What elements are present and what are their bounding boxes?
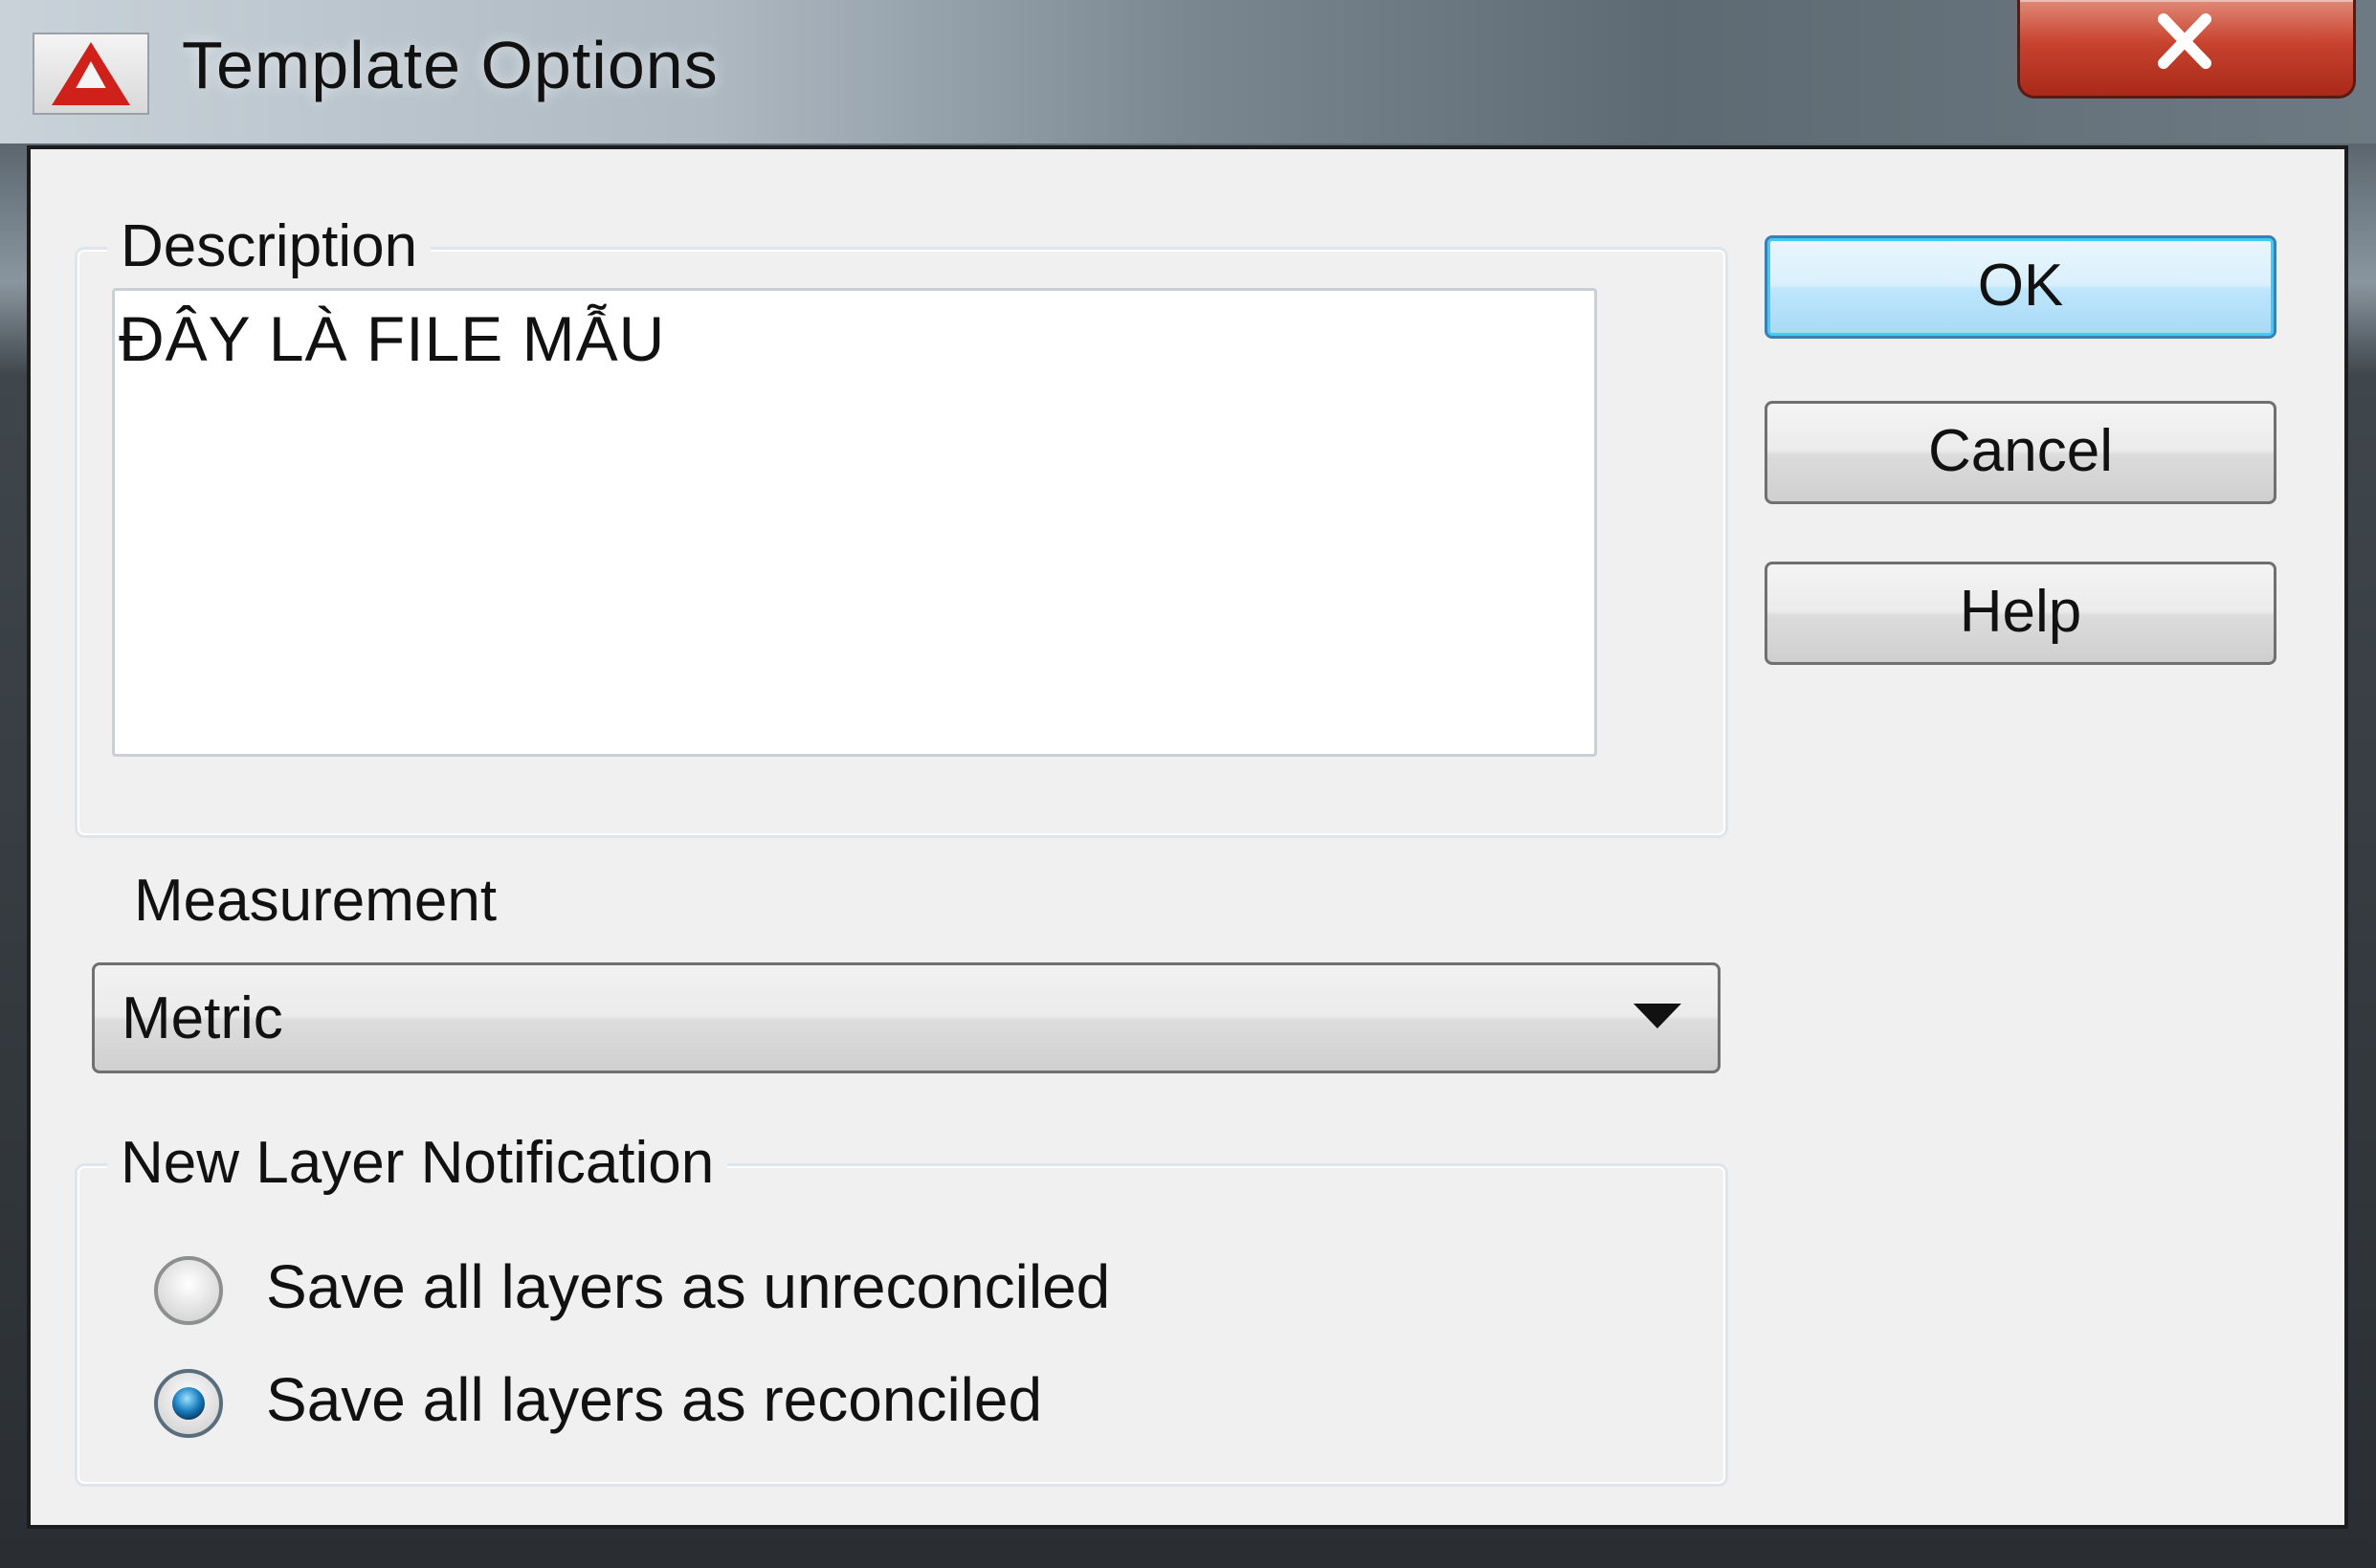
help-button[interactable]: Help xyxy=(1765,562,2276,665)
radio-save-unreconciled[interactable]: Save all layers as unreconciled xyxy=(151,1248,1395,1334)
radio-label: Save all layers as reconciled xyxy=(266,1365,1043,1434)
ok-button[interactable]: OK xyxy=(1765,235,2276,339)
radio-save-reconciled[interactable]: Save all layers as reconciled xyxy=(151,1360,1395,1447)
close-button[interactable] xyxy=(2017,0,2356,99)
autocad-logo-icon[interactable] xyxy=(33,33,149,115)
description-label: Description xyxy=(107,212,432,280)
template-options-dialog: Template Options Description ĐÂY LÀ FILE… xyxy=(0,0,2376,1568)
dialog-body: Description ĐÂY LÀ FILE MẪU OK Cancel He… xyxy=(27,145,2348,1529)
title-bar[interactable]: Template Options xyxy=(0,0,2376,144)
window-title: Template Options xyxy=(182,28,719,102)
measurement-select[interactable]: Metric xyxy=(92,962,1721,1073)
radio-unchecked-icon[interactable] xyxy=(151,1253,226,1328)
cancel-button[interactable]: Cancel xyxy=(1765,401,2276,504)
measurement-label: Measurement xyxy=(134,868,498,934)
radio-label: Save all layers as unreconciled xyxy=(266,1252,1111,1321)
description-value: ĐÂY LÀ FILE MẪU xyxy=(119,303,666,374)
close-icon xyxy=(2158,13,2211,69)
measurement-value: Metric xyxy=(122,985,283,1051)
chevron-down-icon xyxy=(1633,1004,1681,1028)
new-layer-notification-label: New Layer Notification xyxy=(107,1129,728,1197)
radio-checked-icon[interactable] xyxy=(151,1366,226,1441)
